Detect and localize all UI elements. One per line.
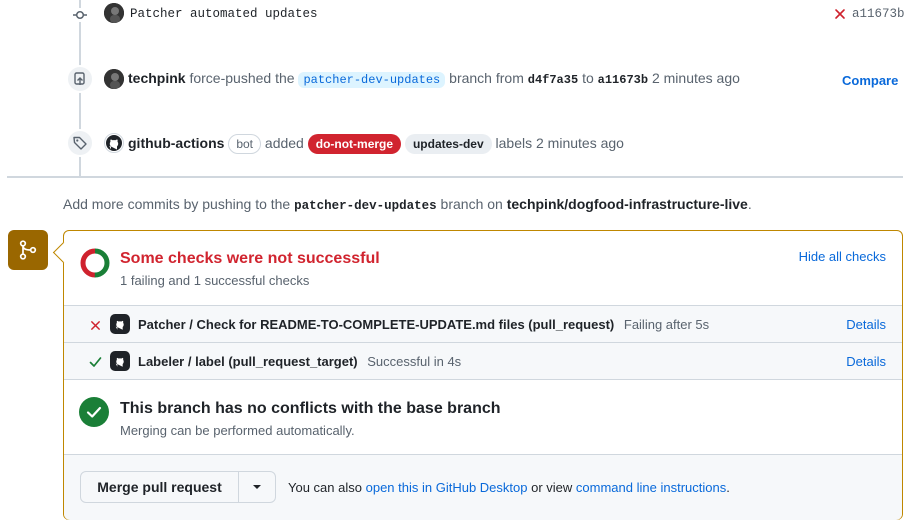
merge-pull-request-button[interactable]: Merge pull request [80,471,239,503]
action-text: force-pushed the [189,70,295,86]
repo-name: techpink/dogfood-infrastructure-live [506,196,748,212]
checks-subtitle: 1 failing and 1 successful checks [120,273,310,288]
avatar[interactable] [104,3,124,23]
merge-actions: Merge pull request You can also open thi… [64,455,902,520]
actor-link[interactable]: github-actions [128,135,224,151]
label-updates-dev[interactable]: updates-dev [404,134,492,154]
check-row: Labeler / label (pull_request_target) Su… [64,343,902,380]
x-icon [91,321,100,330]
check-circle-icon [79,397,109,427]
timestamp[interactable]: 2 minutes ago [652,70,740,86]
label-do-not-merge[interactable]: do-not-merge [307,134,402,154]
from-text: branch from [449,70,524,86]
tag-icon [73,136,87,150]
action-text: added [264,135,304,151]
check-row: Patcher / Check for README-TO-COMPLETE-U… [64,306,902,343]
check-text: Patcher / Check for README-TO-COMPLETE-U… [138,317,709,332]
conflicts-title: This branch has no conflicts with the ba… [120,400,501,417]
push-hint-suffix: . [747,196,752,212]
to-text: to [582,70,594,86]
timeline-divider [7,176,903,178]
x-icon[interactable] [834,8,846,20]
bot-badge: bot [228,134,262,154]
merge-alt-middle: or view [531,480,573,495]
github-logo-icon [106,135,122,151]
to-sha-link[interactable]: a11673b [598,73,648,87]
check-text: Labeler / label (pull_request_target) Su… [138,354,461,369]
check-icon [89,357,102,367]
git-commit-icon [73,8,87,22]
merge-box: Some checks were not successful 1 failin… [63,230,903,520]
github-actions-icon [110,351,130,371]
github-actions-avatar[interactable] [104,133,124,153]
conflicts-section: This branch has no conflicts with the ba… [64,380,902,455]
push-hint-prefix: Add more commits by pushing to the [63,196,291,212]
check-detail: Failing after 5s [623,317,710,332]
hide-all-checks-button[interactable]: Hide all checks [799,249,886,264]
repo-push-icon [74,72,85,85]
github-actions-icon [110,314,130,334]
checks-title: Some checks were not successful [120,250,380,267]
push-hint-middle: branch on [440,196,503,212]
merge-method-dropdown[interactable] [238,471,276,503]
check-details-link[interactable]: Details [846,354,886,369]
labels-suffix[interactable]: labels 2 minutes ago [496,135,624,151]
checks-status-ring-icon [80,248,110,278]
branch-link[interactable]: patcher-dev-updates [298,72,446,88]
push-hint-branch: patcher-dev-updates [294,199,437,213]
compare-link[interactable]: Compare [842,73,898,88]
force-push-text: techpink force-pushed the patcher-dev-up… [128,70,740,88]
commit-sha[interactable]: a11673b [852,7,905,21]
push-hint: Add more commits by pushing to the patch… [63,196,752,213]
command-line-instructions-link[interactable]: command line instructions [576,480,726,495]
actor-link[interactable]: techpink [128,70,186,86]
merge-alt-suffix: . [726,480,730,495]
merge-alt-text: You can also open this in GitHub Desktop… [288,480,730,495]
git-merge-icon [8,230,48,270]
check-name: Patcher / Check for README-TO-COMPLETE-U… [138,317,615,332]
conflicts-subtitle: Merging can be performed automatically. [120,423,355,438]
force-push-badge [66,65,94,93]
label-event-badge [66,129,94,157]
check-name: Labeler / label (pull_request_target) [138,354,358,369]
check-detail: Successful in 4s [367,354,462,369]
from-sha-link[interactable]: d4f7a35 [528,73,578,87]
commit-message[interactable]: Patcher automated updates [130,7,318,21]
checks-header: Some checks were not successful 1 failin… [64,231,902,306]
github-desktop-link[interactable]: open this in GitHub Desktop [366,480,528,495]
check-details-link[interactable]: Details [846,317,886,332]
labels-event-text: github-actions bot added do-not-merge up… [128,134,624,154]
merge-alt-prefix: You can also [288,480,362,495]
triangle-down-icon [253,485,261,489]
avatar[interactable] [104,69,124,89]
